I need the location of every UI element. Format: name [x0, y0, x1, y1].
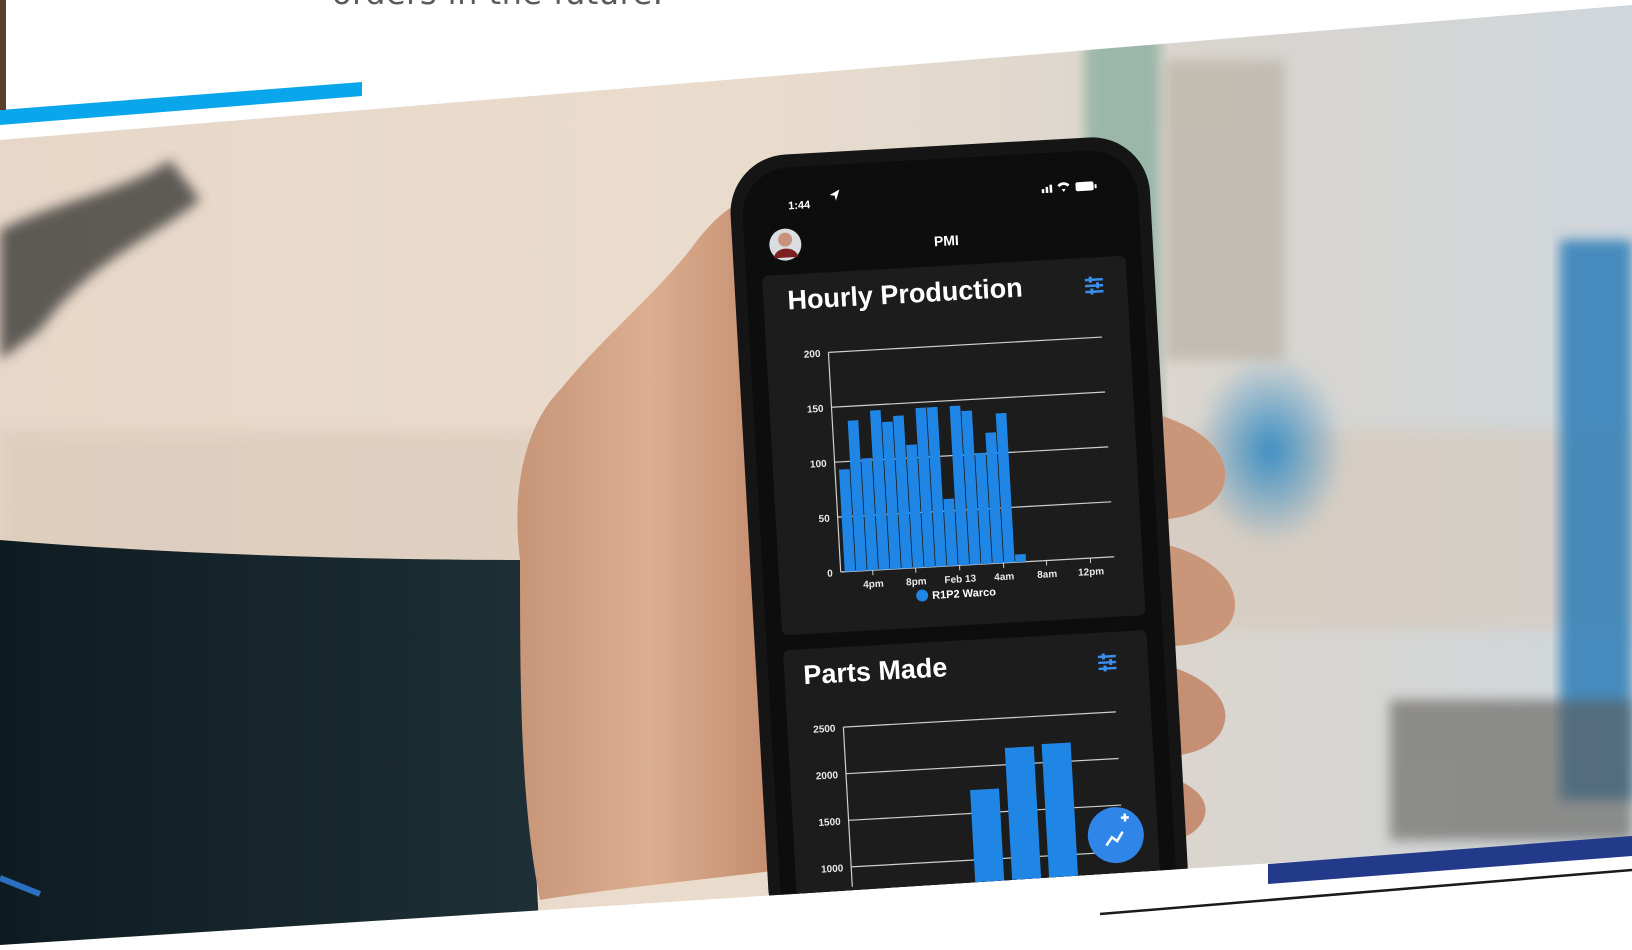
y-tick-label: 1000 [821, 863, 844, 875]
parts-made-card: Parts Made 2500200015001000 [783, 630, 1163, 940]
bar [1015, 554, 1026, 562]
frame-edge [0, 0, 6, 110]
smartphone: 1:44 PMI [727, 134, 1190, 945]
y-tick-label: 100 [810, 459, 828, 471]
y-tick-label: 50 [818, 514, 830, 526]
app-title: PMI [934, 232, 960, 249]
x-tick-label: 4pm [863, 579, 884, 591]
hourly-production-card: Hourly Production 2001501005004pm8pmFeb … [762, 256, 1146, 636]
accent-line [1100, 870, 1632, 914]
status-time: 1:44 [788, 199, 812, 212]
y-tick-label: 150 [807, 404, 825, 416]
y-tick-label: 2500 [813, 724, 836, 736]
x-tick-label: 4am [994, 571, 1015, 583]
y-tick-label: 2000 [816, 770, 839, 782]
y-tick-label: 1500 [818, 817, 841, 829]
x-tick-label: 8pm [906, 576, 927, 588]
photo: 1:44 PMI [0, 0, 1632, 945]
y-tick-label: 0 [827, 568, 834, 579]
photo-scene: 1:44 PMI [0, 0, 1632, 945]
bar [970, 789, 1005, 900]
y-tick-label: 200 [804, 349, 822, 361]
x-tick-label: 8am [1037, 569, 1058, 581]
caption-text: orders in the future. [332, 0, 663, 12]
x-tick-label: 12pm [1078, 566, 1105, 578]
x-tick-label: Feb 13 [944, 573, 977, 586]
